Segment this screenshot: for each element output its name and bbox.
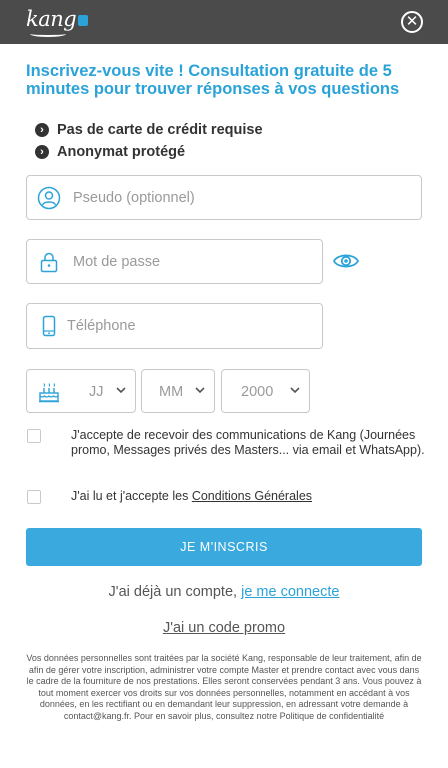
phone-input[interactable]: Téléphone <box>26 303 323 349</box>
password-placeholder: Mot de passe <box>73 254 161 270</box>
benefit-no-credit-card: › Pas de carte de crédit requise <box>35 121 263 139</box>
phone-icon <box>42 315 56 337</box>
marketing-consent-checkbox[interactable] <box>27 429 41 443</box>
chevron-down-icon <box>290 387 300 394</box>
signup-button[interactable]: JE M'INSCRIS <box>26 528 422 566</box>
terms-consent-checkbox[interactable] <box>27 490 41 504</box>
chevron-down-icon <box>195 387 205 394</box>
pseudo-placeholder: Pseudo (optionnel) <box>73 190 195 206</box>
user-icon <box>37 186 61 210</box>
eye-icon[interactable] <box>332 250 360 272</box>
benefit-text: Pas de carte de crédit requise <box>57 122 263 138</box>
brand-name: kang <box>26 7 77 31</box>
marketing-consent-label: J'accepte de recevoir des communications… <box>71 428 425 457</box>
login-line: J'ai déjà un compte, je me connecte <box>0 584 448 600</box>
terms-link[interactable]: Conditions Générales <box>192 489 312 503</box>
birthday-cake-icon <box>39 383 59 403</box>
benefit-text: Anonymat protégé <box>57 144 186 160</box>
login-prefix: J'ai déjà un compte, <box>108 584 242 600</box>
birth-day-value: JJ <box>89 384 104 400</box>
login-link[interactable]: je me connecte <box>241 584 339 600</box>
terms-consent-prefix: J'ai lu et j'accepte les <box>71 489 192 503</box>
phone-placeholder: Téléphone <box>67 318 136 334</box>
password-input[interactable]: Mot de passe <box>26 239 323 284</box>
kang-logo: kang <box>26 7 89 37</box>
promo-code-link[interactable]: J'ai un code promo <box>0 620 448 636</box>
close-icon: ✕ <box>405 13 419 30</box>
birth-year-value: 2000 <box>241 384 274 400</box>
birth-month-value: MM <box>159 384 184 400</box>
legal-notice: Vos données personnelles sont traitées p… <box>26 653 422 721</box>
signup-headline: Inscrivez-vous vite ! Consultation gratu… <box>26 62 400 98</box>
logo-swoosh <box>30 31 66 37</box>
benefit-anonymity: › Anonymat protégé <box>35 143 185 161</box>
logo-badge <box>78 15 89 26</box>
terms-consent-label: J'ai lu et j'accepte les Conditions Géné… <box>71 489 426 504</box>
birth-month-select[interactable]: MM <box>141 369 215 413</box>
birth-day-select[interactable]: JJ <box>26 369 136 413</box>
birth-year-select[interactable]: 2000 <box>221 369 310 413</box>
chevron-down-icon <box>116 387 126 394</box>
close-button[interactable]: ✕ <box>401 11 423 33</box>
chevron-right-circle-icon: › <box>35 145 49 159</box>
pseudo-input[interactable]: Pseudo (optionnel) <box>26 175 422 220</box>
top-bar: kang ✕ <box>0 0 448 44</box>
lock-icon <box>40 252 58 273</box>
chevron-right-circle-icon: › <box>35 123 49 137</box>
